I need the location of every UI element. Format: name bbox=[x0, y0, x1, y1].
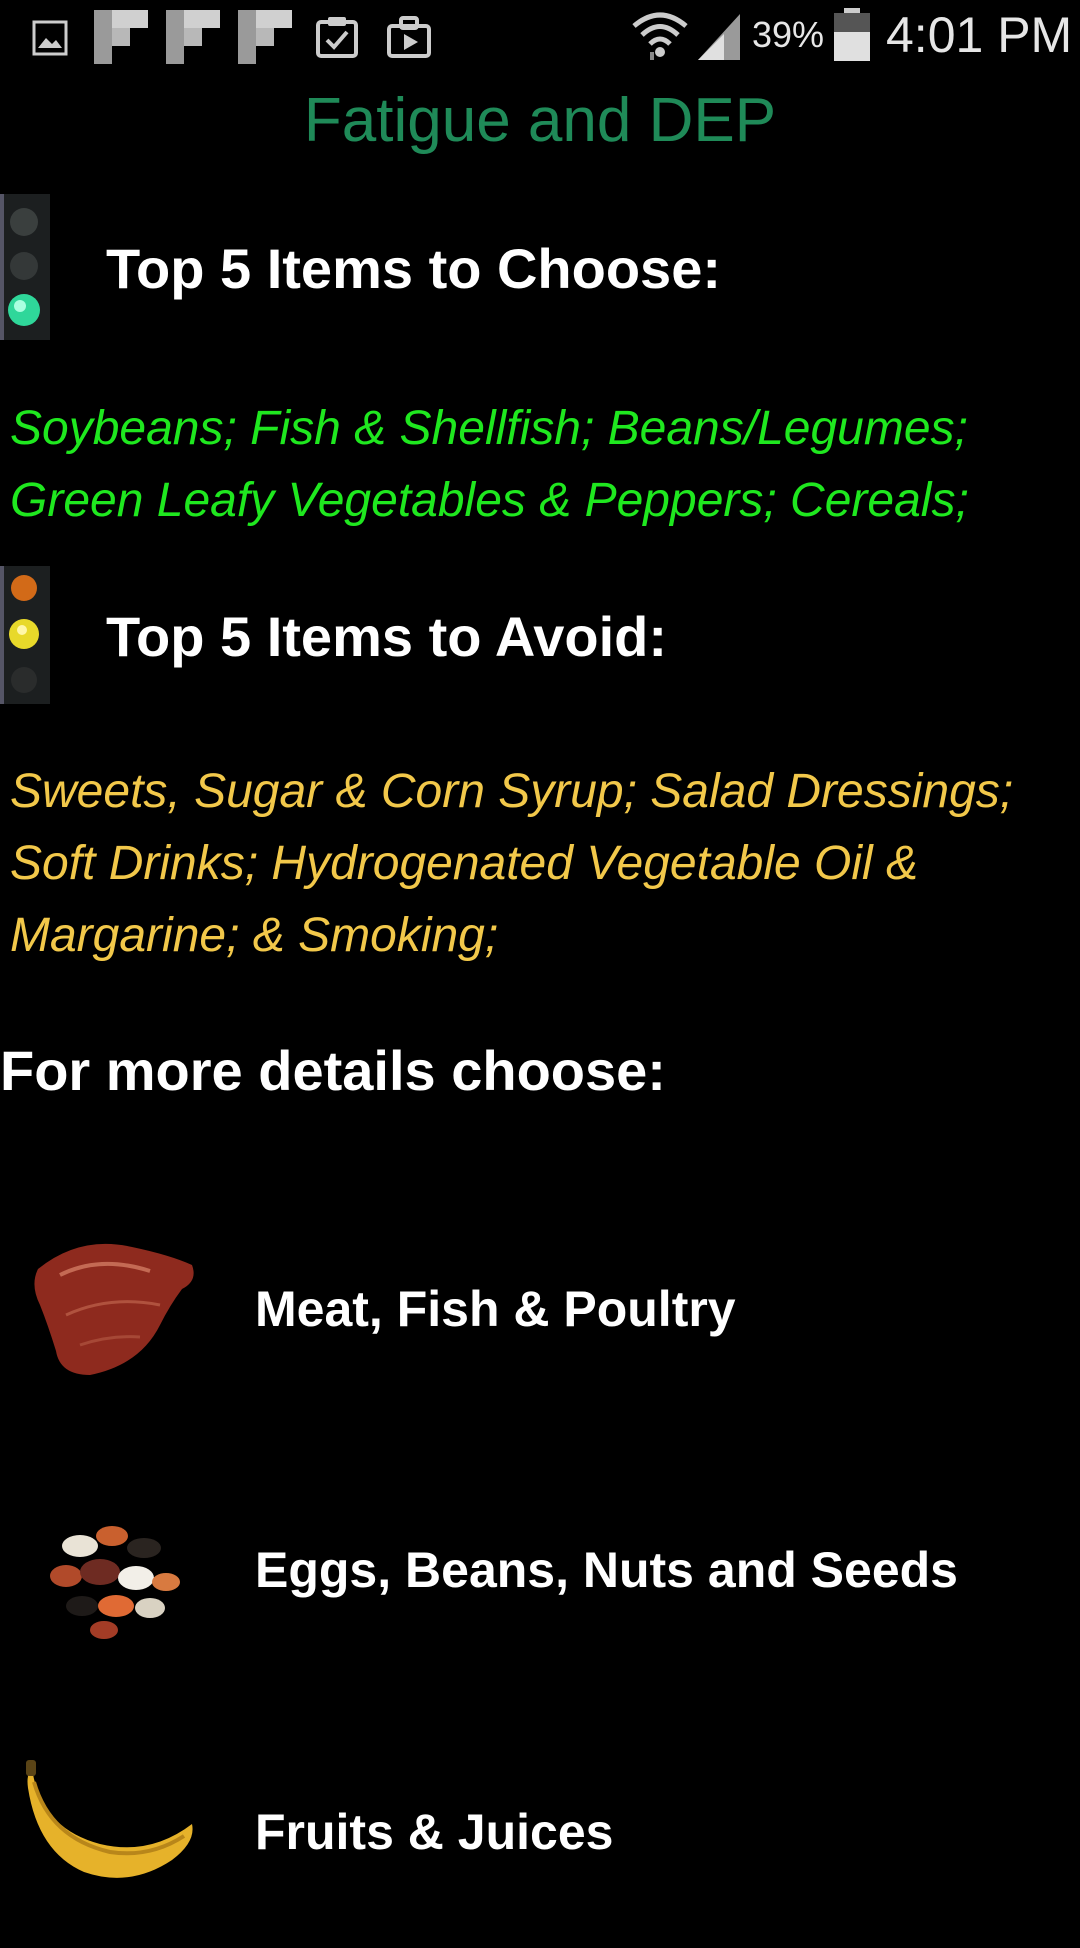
category-label: Fruits & Juices bbox=[255, 1804, 614, 1860]
avoid-items-list: Sweets, Sugar & Corn Syrup; Salad Dressi… bbox=[10, 756, 1074, 972]
avoid-items-line: Margarine; & Smoking; bbox=[10, 909, 499, 962]
category-label: Meat, Fish & Poultry bbox=[255, 1281, 736, 1337]
category-eggs-beans-nuts-seeds[interactable]: Eggs, Beans, Nuts and Seeds bbox=[0, 1456, 1080, 1686]
choose-heading: Top 5 Items to Choose: bbox=[106, 237, 721, 300]
battery-percent: 39% bbox=[752, 14, 825, 55]
gallery-icon bbox=[32, 20, 68, 56]
beans-icon bbox=[50, 1526, 180, 1639]
clipboard-check-icon bbox=[316, 17, 358, 58]
avoid-items-line: Sweets, Sugar & Corn Syrup; Salad Dressi… bbox=[10, 765, 1014, 818]
clock-time: 4:01 PM bbox=[886, 7, 1073, 63]
green-traffic-light-icon bbox=[0, 194, 50, 340]
choose-items-line: Green Leafy Vegetables & Peppers; Cereal… bbox=[10, 474, 969, 527]
category-meat-fish-poultry[interactable]: Meat, Fish & Poultry bbox=[0, 1195, 1080, 1425]
details-heading: For more details choose: bbox=[0, 1039, 666, 1102]
briefcase-icon bbox=[387, 16, 431, 58]
yellow-traffic-light-icon bbox=[0, 566, 50, 704]
category-label: Eggs, Beans, Nuts and Seeds bbox=[255, 1542, 958, 1598]
choose-items-line: Soybeans; Fish & Shellfish; Beans/Legume… bbox=[10, 402, 968, 455]
status-bar: 39% 4:01 PM bbox=[0, 0, 1080, 75]
flipboard-icon bbox=[94, 10, 148, 64]
banana-icon bbox=[26, 1760, 193, 1878]
page-title: Fatigue and DEP bbox=[303, 86, 777, 155]
avoid-items-line: Soft Drinks; Hydrogenated Vegetable Oil … bbox=[10, 837, 919, 890]
avoid-heading: Top 5 Items to Avoid: bbox=[106, 605, 668, 668]
battery-icon bbox=[834, 8, 870, 61]
cell-signal-icon bbox=[698, 14, 740, 60]
flipboard-icon bbox=[238, 10, 292, 64]
category-fruits-juices[interactable]: Fruits & Juices bbox=[0, 1718, 1080, 1948]
wifi-icon bbox=[632, 12, 688, 60]
flipboard-icon bbox=[166, 10, 220, 64]
steak-icon bbox=[34, 1243, 194, 1375]
choose-items-list: Soybeans; Fish & Shellfish; Beans/Legume… bbox=[10, 393, 1074, 537]
